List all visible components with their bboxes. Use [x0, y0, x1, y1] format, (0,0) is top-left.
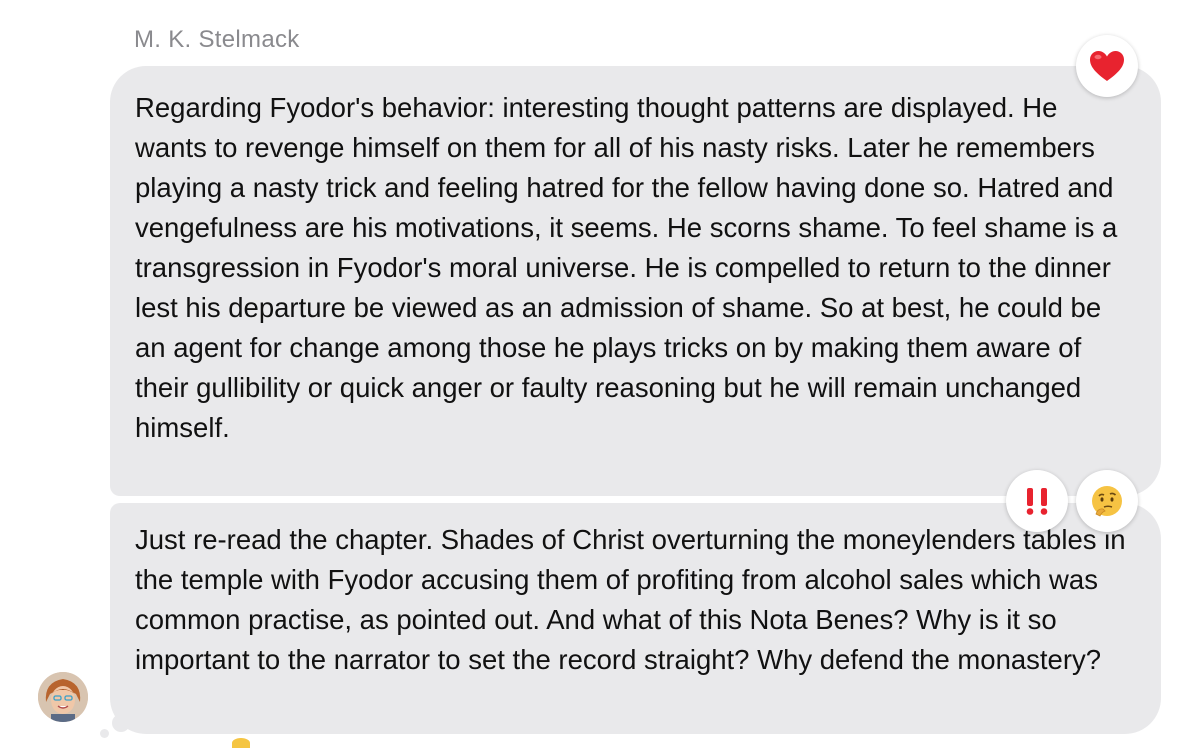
- thinking-reaction[interactable]: [1076, 470, 1138, 532]
- avatar-image: [38, 672, 88, 722]
- heart-icon: [1090, 51, 1124, 81]
- sender-name: M. K. Stelmack: [134, 26, 300, 53]
- partial-emoji-icon: [232, 738, 250, 748]
- message-thread: M. K. Stelmack Regarding Fyodor's behavi…: [0, 0, 1195, 748]
- message-bubble-1[interactable]: Regarding Fyodor's behavior: interesting…: [110, 66, 1161, 496]
- message-text-2: Just re-read the chapter. Shades of Chri…: [135, 524, 1126, 675]
- thinking-face-icon: [1092, 486, 1122, 517]
- bubble-tail-small: [100, 729, 109, 738]
- double-exclamation-icon: [1026, 488, 1048, 515]
- avatar[interactable]: [38, 672, 88, 722]
- bubble-tail: [112, 714, 130, 732]
- exclamation-reaction[interactable]: [1006, 470, 1068, 532]
- heart-reaction[interactable]: [1076, 35, 1138, 97]
- message-text-1: Regarding Fyodor's behavior: interesting…: [135, 92, 1118, 443]
- message-bubble-2[interactable]: Just re-read the chapter. Shades of Chri…: [110, 503, 1161, 734]
